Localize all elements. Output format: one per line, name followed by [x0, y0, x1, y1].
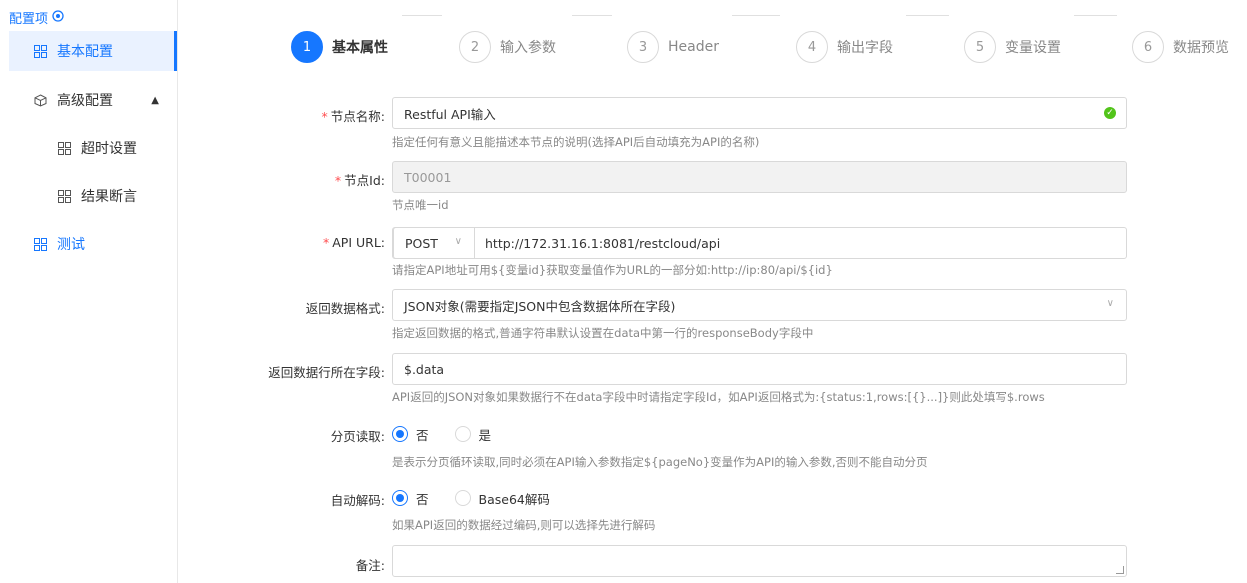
step-label: Header	[668, 39, 719, 55]
step-label: 变量设置	[1005, 40, 1061, 56]
data-field-help: API返回的JSON对象如果数据行不在data字段中时请指定字段Id，如API返…	[392, 390, 1045, 404]
node-name-label: * 节点名称:	[322, 106, 385, 125]
node-name-help: 指定任何有意义且能描述本节点的说明(选择API后自动填充为API的名称)	[392, 135, 760, 149]
api-url-group: POST ∨ http://172.31.16.1:8081/restcloud…	[392, 227, 1127, 259]
step-number: 5	[964, 31, 996, 63]
node-id-input[interactable]: T00001	[392, 161, 1127, 193]
decode-radio-group: 否 Base64解码	[392, 488, 576, 508]
step-label: 输入参数	[500, 40, 556, 56]
radio-dot	[392, 426, 408, 442]
sidebar-item-test[interactable]: 测试	[9, 224, 177, 264]
target-icon	[52, 10, 64, 25]
radio-dot	[392, 490, 408, 506]
return-format-help: 指定返回数据的格式,普通字符串默认设置在data中第一行的responseBod…	[392, 326, 814, 340]
step-number: 6	[1132, 31, 1164, 63]
step-connector	[572, 15, 612, 16]
data-field-input[interactable]: $.data	[392, 353, 1127, 385]
radio-label: 否	[416, 427, 429, 443]
decode-label: 自动解码:	[330, 493, 385, 508]
sidebar-title: 配置项	[9, 8, 64, 27]
http-method-select[interactable]: POST ∨	[393, 227, 475, 259]
radio-dot	[454, 490, 471, 506]
step-connector	[402, 15, 442, 16]
step-variable-settings[interactable]: 5 变量设置	[964, 31, 1061, 63]
step-input-params[interactable]: 2 输入参数	[459, 31, 556, 63]
step-number: 2	[459, 31, 491, 63]
required-mark: *	[321, 109, 328, 124]
sidebar-item-label: 基本配置	[57, 44, 113, 60]
chevron-down-icon: ∨	[1106, 298, 1114, 309]
radio-label: Base64解码	[478, 491, 550, 507]
paging-option-yes[interactable]: 是	[454, 425, 492, 444]
step-label: 数据预览	[1173, 40, 1229, 56]
step-output-fields[interactable]: 4 输出字段	[796, 31, 893, 63]
check-circle-icon: ✓	[1104, 107, 1116, 119]
step-number: 1	[291, 31, 323, 63]
step-connector	[1074, 15, 1117, 16]
return-format-value: JSON对象(需要指定JSON中包含数据体所在字段)	[404, 298, 676, 314]
decode-option-no[interactable]: 否	[392, 489, 429, 508]
data-field-value: $.data	[404, 361, 445, 377]
paging-radio-group: 否 是	[392, 424, 517, 444]
sidebar-item-basic-config[interactable]: 基本配置	[9, 31, 177, 71]
sidebar-item-label: 超时设置	[81, 141, 137, 157]
resize-handle-icon[interactable]	[1116, 566, 1124, 574]
step-basic-properties[interactable]: 1 基本属性	[291, 31, 388, 63]
step-label: 输出字段	[837, 40, 893, 56]
api-url-help: 请指定API地址可用${变量id}获取变量值作为URL的一部分如:http://…	[392, 263, 833, 277]
grid-icon	[57, 141, 71, 155]
step-label: 基本属性	[332, 40, 388, 56]
node-name-value: Restful API输入	[404, 106, 496, 122]
required-mark: *	[322, 235, 330, 250]
paging-option-no[interactable]: 否	[392, 425, 429, 444]
sidebar-item-advanced-config[interactable]: 高级配置 ▲	[9, 80, 177, 120]
node-id-value: T00001	[404, 169, 452, 185]
api-url-label: * API URL:	[323, 235, 385, 250]
cube-icon	[33, 93, 47, 107]
paging-label: 分页读取:	[330, 429, 385, 444]
chevron-up-icon: ▲	[151, 94, 159, 106]
sidebar: 配置项 基本配置 高级配置 ▲ 超时设置 结果断言 测试	[0, 0, 178, 583]
grid-icon	[33, 237, 47, 251]
required-mark: *	[334, 173, 342, 188]
sidebar-item-assertion[interactable]: 结果断言	[9, 176, 177, 216]
sidebar-title-text: 配置项	[9, 12, 49, 27]
grid-icon	[33, 44, 47, 58]
paging-help: 是表示分页循环读取,同时必须在API输入参数指定${pageNo}变量作为API…	[392, 455, 928, 469]
node-name-label-text: 节点名称:	[330, 109, 385, 124]
radio-label: 否	[416, 491, 429, 507]
sidebar-item-label: 测试	[57, 237, 85, 253]
sidebar-item-label: 高级配置	[57, 93, 113, 109]
decode-help: 如果API返回的数据经过编码,则可以选择先进行解码	[392, 518, 656, 532]
remark-textarea[interactable]	[392, 545, 1127, 577]
step-connector	[906, 15, 949, 16]
step-number: 3	[627, 31, 659, 63]
node-name-input[interactable]: Restful API输入 ✓	[392, 97, 1127, 129]
step-data-preview[interactable]: 6 数据预览	[1132, 31, 1229, 63]
return-format-select[interactable]: JSON对象(需要指定JSON中包含数据体所在字段) ∨	[392, 289, 1127, 321]
radio-dot	[454, 426, 471, 442]
api-url-label-text: API URL:	[332, 235, 385, 250]
node-id-label-text: 节点Id:	[344, 173, 385, 188]
chevron-down-icon: ∨	[454, 236, 462, 247]
step-connector	[732, 15, 780, 16]
radio-label: 是	[478, 427, 492, 443]
grid-icon	[57, 189, 71, 203]
sidebar-item-label: 结果断言	[81, 189, 137, 205]
return-format-label: 返回数据格式:	[305, 301, 385, 316]
decode-option-base64[interactable]: Base64解码	[454, 489, 550, 508]
api-url-value[interactable]: http://172.31.16.1:8081/restcloud/api	[485, 236, 720, 251]
node-id-label: * 节点Id:	[335, 170, 385, 189]
step-header[interactable]: 3 Header	[627, 31, 719, 63]
http-method-value: POST	[405, 235, 438, 251]
data-field-label: 返回数据行所在字段:	[268, 365, 385, 380]
sidebar-item-timeout[interactable]: 超时设置	[9, 128, 177, 168]
remark-label: 备注:	[355, 558, 385, 573]
step-number: 4	[796, 31, 828, 63]
node-id-help: 节点唯一id	[392, 198, 449, 212]
